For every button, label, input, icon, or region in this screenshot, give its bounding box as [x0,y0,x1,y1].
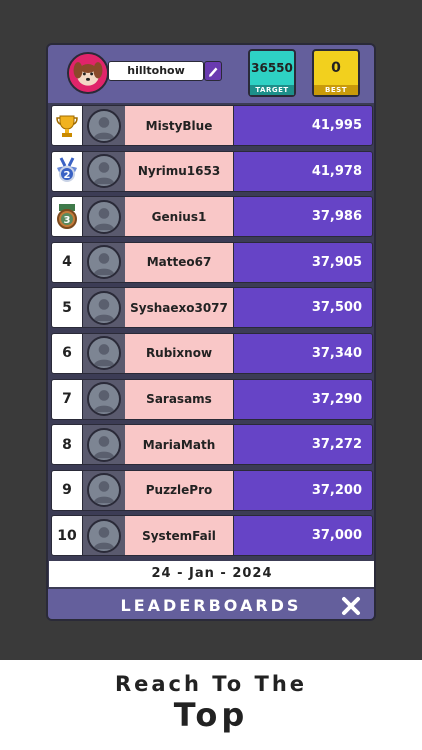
rank-cell: 9 [51,469,83,511]
leaderboard-date: 24 - Jan - 2024 [49,561,374,587]
rank-cell: 6 [51,332,83,374]
rank-cell: 5 [51,287,83,329]
leaderboards-title: LEADERBOARDS [120,596,302,615]
leaderboard-row: 9 PuzzlePro 37,200 [51,469,373,511]
rank-cell: 10 [51,515,83,557]
player-score: 37,340 [233,332,373,374]
leaderboard-row: 8 MariaMath 37,272 [51,424,373,466]
player-score: 41,978 [233,150,373,192]
player-score: 37,000 [233,515,373,557]
player-name: Nyrimu1653 [125,150,233,192]
player-score: 37,986 [233,196,373,238]
trophy-icon [56,115,78,137]
tagline-line2: Top [173,696,249,734]
player-name: MariaMath [125,424,233,466]
svg-text:2: 2 [64,170,71,181]
player-name: MistyBlue [125,105,233,146]
rank-cell: 2 [51,150,83,192]
leaderboard-row: 6 Rubixnow 37,340 [51,332,373,374]
svg-text:3: 3 [64,215,71,226]
target-value: 36550 [251,61,293,75]
player-score: 37,290 [233,378,373,420]
silver-medal-icon: 2 [57,157,77,183]
player-score: 37,200 [233,469,373,511]
player-avatar-icon [87,154,121,189]
player-avatar-icon [87,473,121,508]
player-avatar-icon [87,427,121,462]
close-icon [342,597,360,615]
player-avatar-icon [87,336,121,371]
player-avatar-icon [87,382,121,417]
target-score-box: 36550 TARGET [248,49,296,97]
player-name: Matteo67 [125,241,233,283]
player-score: 41,995 [233,105,373,146]
leaderboard-footer: LEADERBOARDS [48,589,374,619]
best-score-box: 0 BEST [312,49,360,97]
player-score: 37,905 [233,241,373,283]
rank-cell: 7 [51,378,83,420]
player-avatar-icon [87,108,121,143]
leaderboard-row: 5 Syshaexo3077 37,500 [51,287,373,329]
promo-banner: Reach To The Top [0,660,422,750]
bronze-medal-icon: 3 [57,203,77,229]
player-avatar-icon [87,518,121,553]
leaderboard-row: 7 Sarasams 37,290 [51,378,373,420]
leaderboard-row: 2 Nyrimu1653 41,978 [51,150,373,192]
leaderboard-row: 3 Genius1 37,986 [51,196,373,238]
pencil-icon [209,67,218,77]
close-button[interactable] [340,595,362,617]
player-score: 37,272 [233,424,373,466]
leaderboard-row: 10 SystemFail 37,000 [51,515,373,557]
rank-cell [51,105,83,146]
leaderboard-list: MistyBlue 41,995 2 Nyrimu1653 41,978 3 G… [51,105,373,561]
edit-name-button[interactable] [204,61,222,81]
player-name: Genius1 [125,196,233,238]
dog-avatar-icon[interactable] [67,52,109,94]
player-avatar-icon [87,199,121,234]
best-label: BEST [314,85,358,95]
player-avatar-icon [87,290,121,325]
leaderboard-row: MistyBlue 41,995 [51,105,373,146]
rank-cell: 3 [51,196,83,238]
username-field[interactable]: hilltohow [108,61,204,81]
leaderboard-row: 4 Matteo67 37,905 [51,241,373,283]
player-avatar-icon [87,245,121,280]
target-label: TARGET [250,85,294,95]
rank-cell: 4 [51,241,83,283]
player-name: Sarasams [125,378,233,420]
player-name: Rubixnow [125,332,233,374]
player-name: PuzzlePro [125,469,233,511]
player-name: SystemFail [125,515,233,557]
player-score: 37,500 [233,287,373,329]
best-value: 0 [331,60,341,76]
leaderboard-header: hilltohow 36550 TARGET 0 BEST [48,45,374,103]
rank-cell: 8 [51,424,83,466]
player-name: Syshaexo3077 [125,287,233,329]
tagline-line1: Reach To The [114,672,308,696]
leaderboard-panel: hilltohow 36550 TARGET 0 BEST MistyBlue … [46,43,376,621]
